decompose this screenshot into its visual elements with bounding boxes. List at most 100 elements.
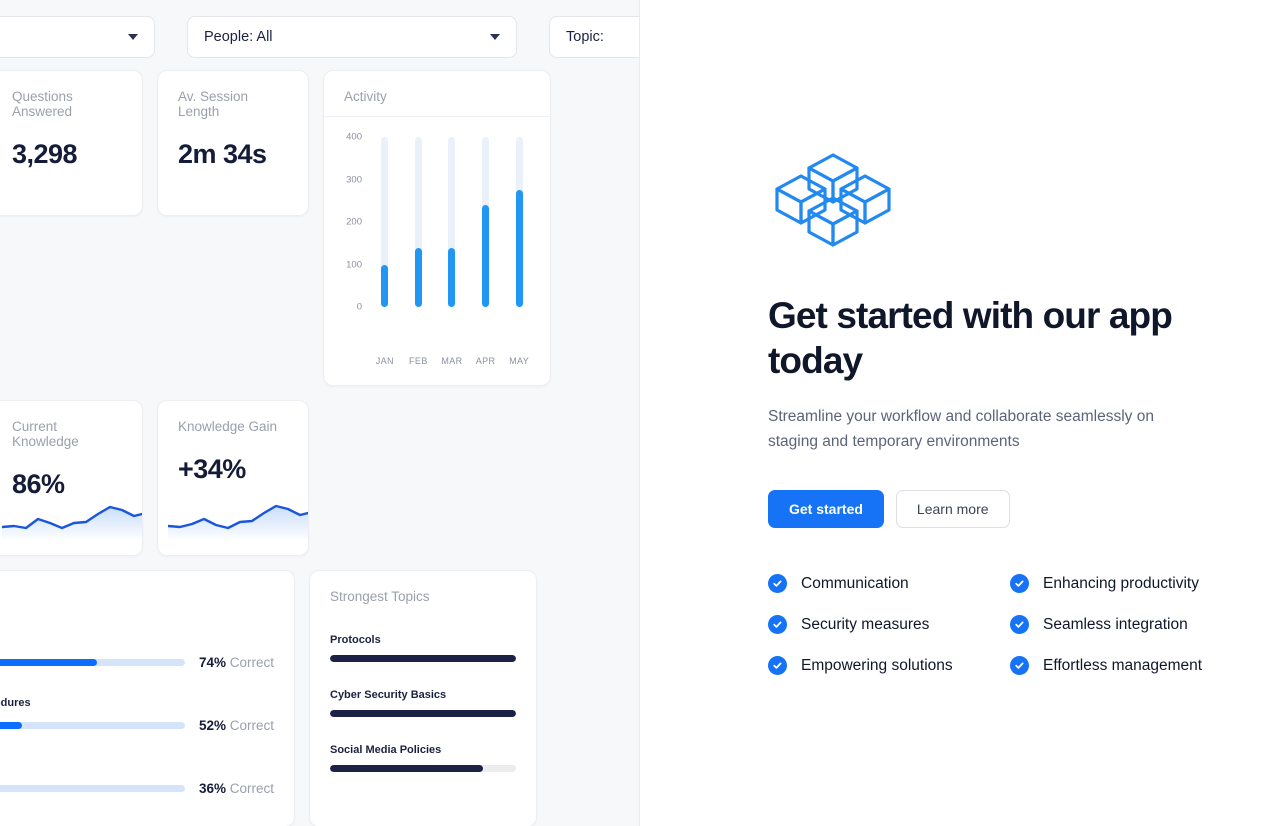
x-tick-label: MAY [509, 356, 530, 366]
kpi-card-questions-answered[interactable]: Questions Answered 3,298 [0, 70, 143, 216]
x-tick-label: APR [475, 356, 496, 366]
topic-progress-bar [330, 765, 516, 772]
page-subtitle: Streamline your workflow and collaborate… [768, 407, 1154, 450]
weakest-topics-title: Weakest Topics [0, 571, 294, 604]
filter-people[interactable]: People: All [187, 16, 517, 58]
cubes-logo [775, 152, 891, 247]
strongest-topics-title-label: Strongest Topics [330, 589, 430, 604]
filter-timeframe-label: All-time [0, 29, 128, 45]
check-circle-icon [768, 615, 787, 635]
activity-chart-plot: 400 300 200 100 0 JAN FEB MAR APR MAY [324, 117, 550, 367]
y-tick: 400 [346, 131, 362, 143]
kpi-title: Current Knowledge [0, 401, 142, 449]
weakest-topics-list: Data Protection 74% Correct Emergency Evac… [0, 604, 294, 796]
topic-row[interactable]: Social Media Policies [330, 744, 516, 772]
kpi-value: 2m 34s [178, 139, 267, 169]
filter-topic[interactable]: Topic: [549, 16, 639, 58]
page-title: Get started with our app today [768, 294, 1173, 381]
app-screen: All-time People: All Topic: Qu [0, 0, 1280, 826]
feature-item: Security measures [768, 615, 1010, 635]
bar-track [381, 137, 389, 307]
learn-more-button[interactable]: Learn more [895, 490, 1010, 529]
feature-label: Seamless integration [1043, 615, 1188, 633]
check-circle-icon [1010, 574, 1029, 594]
bar-fill [482, 205, 490, 307]
feature-label: Communication [801, 574, 909, 592]
get-started-button[interactable]: Get started [768, 490, 884, 529]
topic-progress-bar [0, 722, 185, 729]
bar-fill [381, 264, 389, 307]
kpi-card-session-length[interactable]: Av. Session Length 2m 34s [157, 70, 309, 216]
bar-track [414, 137, 422, 307]
filter-people-label: People: All [204, 29, 273, 45]
feature-item: Empowering solutions [768, 656, 1010, 676]
chevron-down-icon [490, 34, 500, 40]
dashboard-grid: Questions Asked 1,204 Questions Answered… [0, 70, 639, 826]
x-axis: JAN FEB MAR APR MAY [368, 356, 536, 366]
bar-column[interactable] [502, 137, 536, 307]
kpi-card-current-knowledge[interactable]: Current Knowledge 86% [0, 400, 143, 556]
activity-chart-card[interactable]: Activity 400 300 200 100 0 JAN FEB MAR A… [323, 70, 551, 386]
feature-label: Empowering solutions [801, 656, 953, 674]
bar-fill [515, 190, 523, 307]
strongest-topics-title: Strongest Topics [310, 571, 536, 604]
kpi-value: 3,298 [12, 139, 78, 169]
topic-progress-bar [0, 785, 185, 792]
kpi-value: 86% [12, 469, 65, 499]
topic-name: Protocols [330, 634, 381, 646]
topic-row[interactable]: Remote Working 36% Correct [0, 760, 274, 796]
kpi-title-label: Questions Answered [12, 89, 73, 119]
topic-percent: 36% Correct [198, 781, 274, 796]
topic-progress-bar [330, 710, 516, 717]
bar-track [448, 137, 456, 307]
bar-track [515, 137, 523, 307]
check-circle-icon [768, 656, 787, 676]
feature-label: Effortless management [1043, 656, 1203, 674]
x-tick-label: JAN [375, 356, 394, 366]
topic-name: Data Protection [0, 634, 274, 646]
bar-track [482, 137, 490, 307]
dashboard-pane: All-time People: All Topic: Qu [0, 0, 640, 826]
topic-row[interactable]: Emergency Evacuation Procedures 52% Corre… [0, 697, 274, 733]
bar-fill [448, 247, 456, 307]
kpi-row-top: Questions Asked 1,204 Questions Answered… [0, 70, 639, 386]
kpi-title: Av. Session Length [158, 71, 308, 119]
feature-label: Enhancing productivity [1043, 574, 1199, 592]
sparkline-chart [168, 504, 308, 541]
feature-list: Communication Enhancing productivity Secur… [768, 574, 1280, 676]
bar-column[interactable] [368, 137, 402, 307]
filter-bar: All-time People: All Topic: [0, 0, 639, 70]
feature-item: Seamless integration [1010, 615, 1252, 635]
kpi-value: +34% [178, 454, 246, 484]
cta-button-row: Get started Learn more [768, 490, 1280, 529]
weakest-topics-card[interactable]: Weakest Topics Data Protection 74% Correc… [0, 570, 295, 826]
feature-item: Enhancing productivity [1010, 574, 1252, 594]
chevron-down-icon [128, 34, 138, 40]
strongest-topics-list: Protocols Cyber Security Basics Social Med… [310, 604, 536, 772]
topic-progress-bar [330, 655, 516, 662]
y-tick: 0 [356, 301, 362, 313]
filter-timeframe[interactable]: All-time [0, 16, 155, 58]
check-circle-icon [768, 574, 787, 594]
topic-row[interactable]: Data Protection 74% Correct [0, 634, 274, 670]
x-tick-label: FEB [409, 356, 428, 366]
topic-progress-bar [0, 659, 185, 666]
kpi-card-knowledge-gain[interactable]: Knowledge Gain +34% [157, 400, 309, 556]
bar-column[interactable] [402, 137, 436, 307]
topics-row: Weakest Topics Data Protection 74% Correc… [0, 570, 639, 826]
bar-column[interactable] [435, 137, 469, 307]
y-tick: 200 [346, 216, 362, 228]
y-tick: 300 [346, 174, 362, 185]
topic-row[interactable]: Protocols [330, 634, 516, 662]
topic-percent: 74% Correct [198, 655, 274, 670]
activity-chart-title-label: Activity [344, 89, 387, 104]
strongest-topics-card[interactable]: Strongest Topics Protocols Cyber Security… [309, 570, 537, 826]
activity-chart-title: Activity [324, 71, 550, 104]
bar-fill [414, 247, 422, 307]
topic-name: Social Media Policies [330, 744, 442, 756]
bar-column[interactable] [469, 137, 503, 307]
y-tick: 100 [346, 259, 362, 270]
topic-row[interactable]: Cyber Security Basics [330, 689, 516, 717]
topic-name: Cyber Security Basics [330, 689, 447, 701]
topic-name: Remote Working [0, 760, 274, 772]
